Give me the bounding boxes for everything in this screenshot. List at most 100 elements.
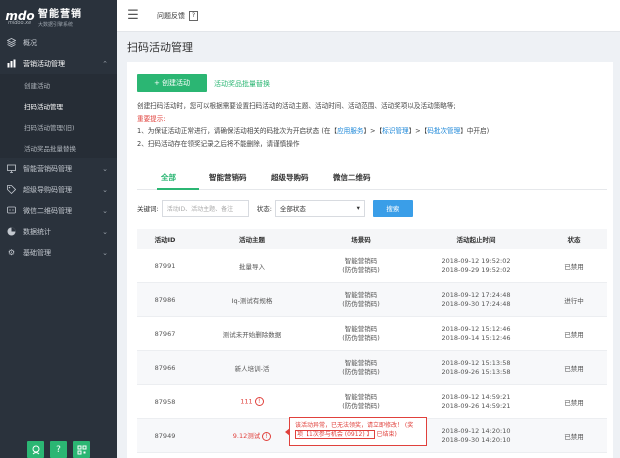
sidebar-item-statistics[interactable]: 数据统计 ⌄: [0, 221, 117, 242]
logo[interactable]: mdo 智能营销 大数据引擎系统 midoo.xe: [0, 0, 117, 32]
sidebar-item-label: 数据统计: [23, 227, 51, 236]
col-header-topic: 活动主题: [239, 236, 265, 244]
sidebar-item-marketing[interactable]: 营销活动管理 ⌃: [0, 53, 117, 74]
sidebar-item-wechat-qr[interactable]: 微信二维码管理 ⌄: [0, 200, 117, 221]
feedback-link[interactable]: 问题反馈 ?: [157, 10, 198, 21]
info-notice: 创建扫码活动时，您可以根据需要设置扫码活动的活动主题、活动时间、活动范围、活动奖…: [137, 100, 607, 150]
table-row[interactable]: 87991 批量导入 智能营销码 (防伪营销码) 2018-09-12 19:52…: [137, 249, 607, 283]
table-row[interactable]: 87986 Iq-测试有规格 智能营销码 (防伪营销码) 2018-09-12 1…: [137, 283, 607, 317]
qr-code-icon[interactable]: [73, 441, 90, 458]
sidebar-subitem-create[interactable]: 创建活动: [0, 74, 117, 95]
chevron-down-icon: ⌄: [102, 206, 108, 215]
tab-smart-code[interactable]: 智能营销码: [209, 172, 247, 183]
sidebar-item-label: 营销活动管理: [23, 59, 65, 68]
code-batch-link[interactable]: 码批次管理: [427, 127, 460, 135]
topbar: ☰ 问题反馈 ?: [117, 0, 620, 32]
alert-tooltip: 该活动异常，已无法领奖，请立即修改！ (奖 项【1次参与机会 (0912) 】 …: [285, 417, 427, 446]
sidebar-bottom-actions: ?: [0, 436, 117, 458]
cell-code: 智能营销码 (防伪营销码): [342, 324, 380, 342]
tooltip-line-1: 该活动异常，已无法领奖，请立即修改！ (奖: [295, 422, 414, 429]
cell-time: 2018-09-12 15:13:58 2018-09-26 15:13:58: [441, 358, 511, 376]
cell-id: 87991: [154, 261, 176, 270]
info-line-1: 创建扫码活动时，您可以根据需要设置扫码活动的活动主题、活动时间、活动范围、活动奖…: [137, 102, 456, 110]
dashboard-icon: [7, 38, 16, 47]
sidebar-item-label: 微信二维码管理: [23, 206, 72, 215]
sidebar-subitem-batch-replace[interactable]: 活动奖品批量替换: [0, 137, 117, 158]
sidebar-subitem-scan-manage[interactable]: 扫码活动管理: [0, 95, 117, 116]
menu-icon[interactable]: ☰: [117, 0, 149, 32]
tab-guide-code[interactable]: 超级导购码: [271, 172, 309, 183]
active-tab-indicator: [157, 188, 199, 190]
batch-replace-link[interactable]: 活动奖品批量替换: [214, 79, 270, 89]
create-activity-button[interactable]: + 创建活动: [137, 74, 207, 92]
chevron-down-icon: ▾: [356, 204, 360, 212]
cell-id: 87986: [154, 295, 176, 304]
identifier-manage-link[interactable]: 标识管理: [382, 127, 408, 135]
monitor-icon: [7, 164, 16, 173]
page-title: 扫码活动管理: [117, 32, 620, 62]
prize-highlight: 项【1次参与机会 (0912) 】: [295, 430, 375, 439]
cell-topic: 批量导入: [239, 262, 265, 271]
pie-chart-icon: [7, 227, 16, 236]
table-row[interactable]: 87967 测试未开始删除数据 智能营销码 (防伪营销码) 2018-09-12 …: [137, 317, 607, 351]
tooltip-line-2: 项【1次参与机会 (0912) 】 已结束): [295, 430, 397, 439]
status-select[interactable]: 全部状态 ▾: [274, 199, 365, 217]
cell-status: 已禁用: [564, 330, 584, 339]
edit-icon: ?: [189, 10, 198, 21]
col-header-code[interactable]: 场景码: [311, 234, 411, 244]
cell-time: 2018-09-12 15:12:46 2018-09-14 15:12:46: [441, 324, 511, 342]
keyword-input[interactable]: 活动ID、活动主题、备注: [161, 199, 249, 217]
tab-all[interactable]: 全部: [161, 172, 176, 183]
sidebar-item-label: 概况: [23, 38, 37, 47]
sidebar-item-guide-code[interactable]: 超级导购码管理 ⌄: [0, 179, 117, 200]
cell-topic: Iq-测试有规格: [231, 296, 273, 305]
sidebar-item-label: 基础管理: [23, 248, 51, 257]
table-row[interactable]: 87958 111! 智能营销码 (防伪营销码) 2018-09-12 14:59…: [137, 385, 607, 419]
cell-time: 2018-09-12 19:52:02 2018-09-29 19:52:02: [441, 256, 511, 274]
filter-bar: 关键词: 活动ID、活动主题、备注 状态: 全部状态 ▾ 搜索: [137, 199, 413, 217]
cell-time: 2018-09-12 14:20:10 2018-09-30 14:20:10: [441, 426, 511, 444]
sidebar-item-label: 超级导购码管理: [23, 185, 72, 194]
info-warning: 重要提示:: [137, 114, 166, 123]
cell-status: 已禁用: [564, 364, 584, 373]
status-select-value: 全部状态: [279, 205, 306, 213]
cell-topic: 新人培训-活: [234, 364, 270, 373]
wechat-icon: [7, 206, 16, 215]
sidebar-item-overview[interactable]: 概况: [0, 32, 117, 53]
keyword-label: 关键词:: [137, 205, 159, 213]
feedback-label: 问题反馈: [157, 11, 185, 20]
cell-id: 87949: [154, 431, 176, 440]
chevron-down-icon: ⌄: [102, 185, 108, 194]
chevron-up-icon: ⌃: [102, 59, 108, 68]
alert-icon[interactable]: !: [254, 397, 264, 406]
cell-topic: 测试未开始删除数据: [222, 330, 282, 339]
cell-status: 进行中: [564, 296, 584, 305]
cell-code: 智能营销码 (防伪营销码): [342, 392, 380, 410]
sidebar-item-smart-code[interactable]: 智能营销码管理 ⌄: [0, 158, 117, 179]
help-icon[interactable]: ?: [50, 441, 67, 458]
sidebar-item-label: 智能营销码管理: [23, 164, 72, 173]
tab-wechat-qr[interactable]: 微信二维码: [333, 172, 371, 183]
info-line-2: 1、为保证活动正常进行，请确保活动相关的码批次为开启状态 (在【应用服务】>【标…: [137, 127, 490, 135]
tooltip-arrow: [285, 428, 290, 436]
gear-icon: ⚙: [7, 248, 16, 257]
search-button[interactable]: 搜索: [372, 199, 413, 217]
alert-icon[interactable]: !: [262, 431, 272, 441]
app-service-link[interactable]: 应用服务: [337, 127, 363, 135]
col-header-id: 活动ID: [154, 236, 176, 244]
chevron-down-icon: ⌄: [102, 227, 108, 236]
cell-status: 已禁用: [564, 262, 584, 271]
chevron-down-icon: ⌄: [102, 248, 108, 257]
status-label: 状态:: [256, 205, 272, 213]
cell-code: 智能营销码 (防伪营销码): [342, 290, 380, 308]
table-row[interactable]: 87966 新人培训-活 智能营销码 (防伪营销码) 2018-09-12 15:…: [137, 351, 607, 385]
sidebar-subitem-scan-manage-old[interactable]: 扫码活动管理(旧): [0, 116, 117, 137]
cell-id: 87958: [154, 397, 176, 406]
cell-time: 2018-09-12 17:24:48 2018-09-30 17:24:48: [441, 290, 511, 308]
main-panel: + 创建活动 活动奖品批量替换 创建扫码活动时，您可以根据需要设置扫码活动的活动…: [127, 62, 613, 458]
cell-topic: 111!: [193, 397, 311, 406]
support-icon[interactable]: [27, 441, 44, 458]
bar-chart-icon: [7, 59, 16, 68]
chevron-down-icon: ⌄: [102, 164, 108, 173]
sidebar-item-basic[interactable]: ⚙ 基础管理 ⌄: [0, 242, 117, 263]
